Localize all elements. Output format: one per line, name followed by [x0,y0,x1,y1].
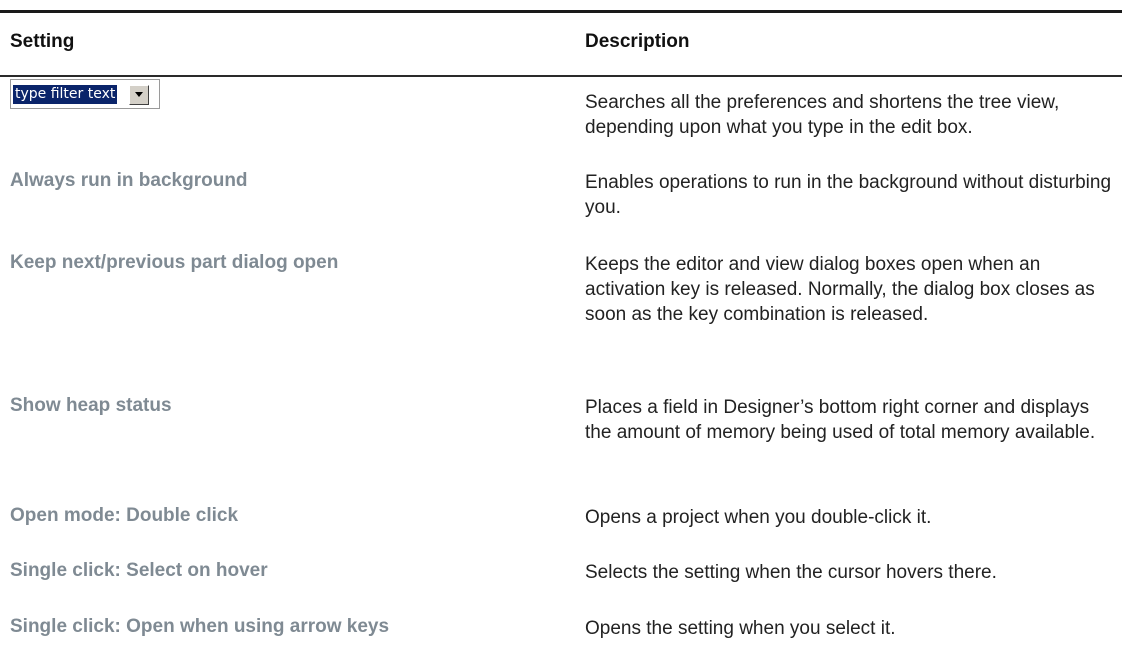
setting-description: Places a field in Designer’s bottom righ… [585,397,1096,443]
setting-description: Opens the setting when you select it. [585,618,896,639]
setting-description: Opens a project when you double-click it… [585,507,932,528]
header-description: Description [585,31,690,52]
setting-description: Selects the setting when the cursor hove… [585,562,997,583]
table-header: Setting Description [0,13,1122,75]
setting-name: Always run in background [10,170,248,191]
setting-name: Open mode: Double click [10,505,239,526]
setting-name: Single click: Select on hover [10,560,268,581]
setting-description: Enables operations to run in the backgro… [585,172,1112,218]
setting-name: Keep next/previous part dialog open [10,252,339,273]
chevron-down-icon [135,92,143,97]
dropdown-button[interactable] [129,85,149,105]
header-rule [0,75,1122,77]
setting-name: Show heap status [10,395,172,416]
filter-combo[interactable]: type filter text [10,79,160,109]
setting-description: Keeps the editor and view dialog boxes o… [585,254,1095,325]
filter-input[interactable]: type filter text [13,85,118,104]
filter-description: Searches all the preferences and shorten… [585,92,1060,138]
header-setting: Setting [10,31,75,52]
setting-name: Single click: Open when using arrow keys [10,616,390,637]
